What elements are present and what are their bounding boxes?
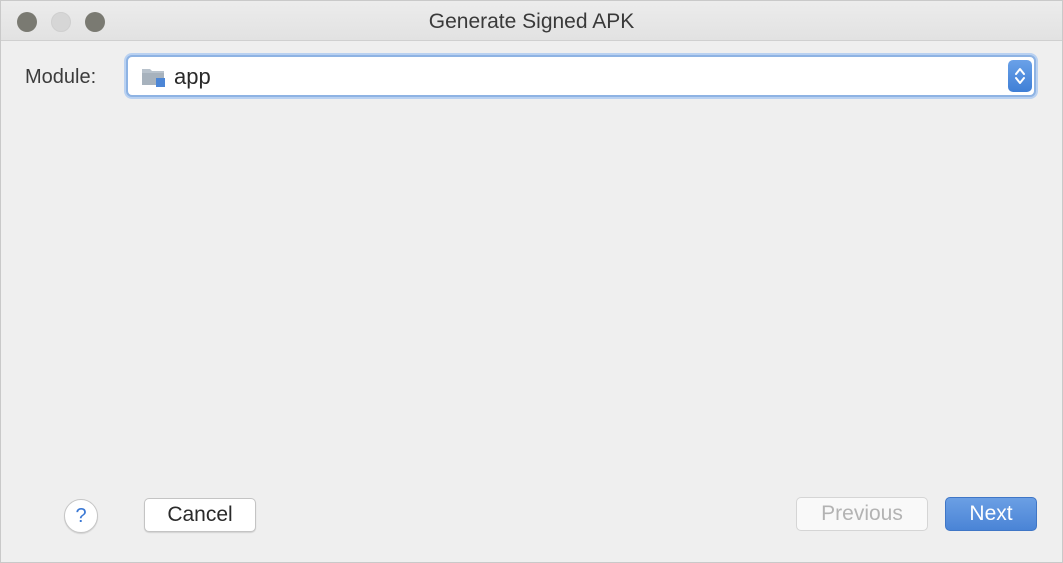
module-select[interactable]: app [126,55,1036,97]
module-select-value: app [174,64,211,89]
title-bar[interactable]: Generate Signed APK [1,1,1062,41]
window-title: Generate Signed APK [428,10,635,33]
previous-button[interactable]: Previous [796,497,928,531]
select-stepper-icon[interactable] [1008,60,1032,92]
folder-module-icon [141,66,167,88]
module-label: Module: [25,66,97,88]
dialog-window: Generate Signed APK Module: app ? Cancel… [0,0,1063,563]
cancel-button[interactable]: Cancel [144,498,256,532]
next-button[interactable]: Next [945,497,1037,531]
help-button[interactable]: ? [64,499,98,533]
